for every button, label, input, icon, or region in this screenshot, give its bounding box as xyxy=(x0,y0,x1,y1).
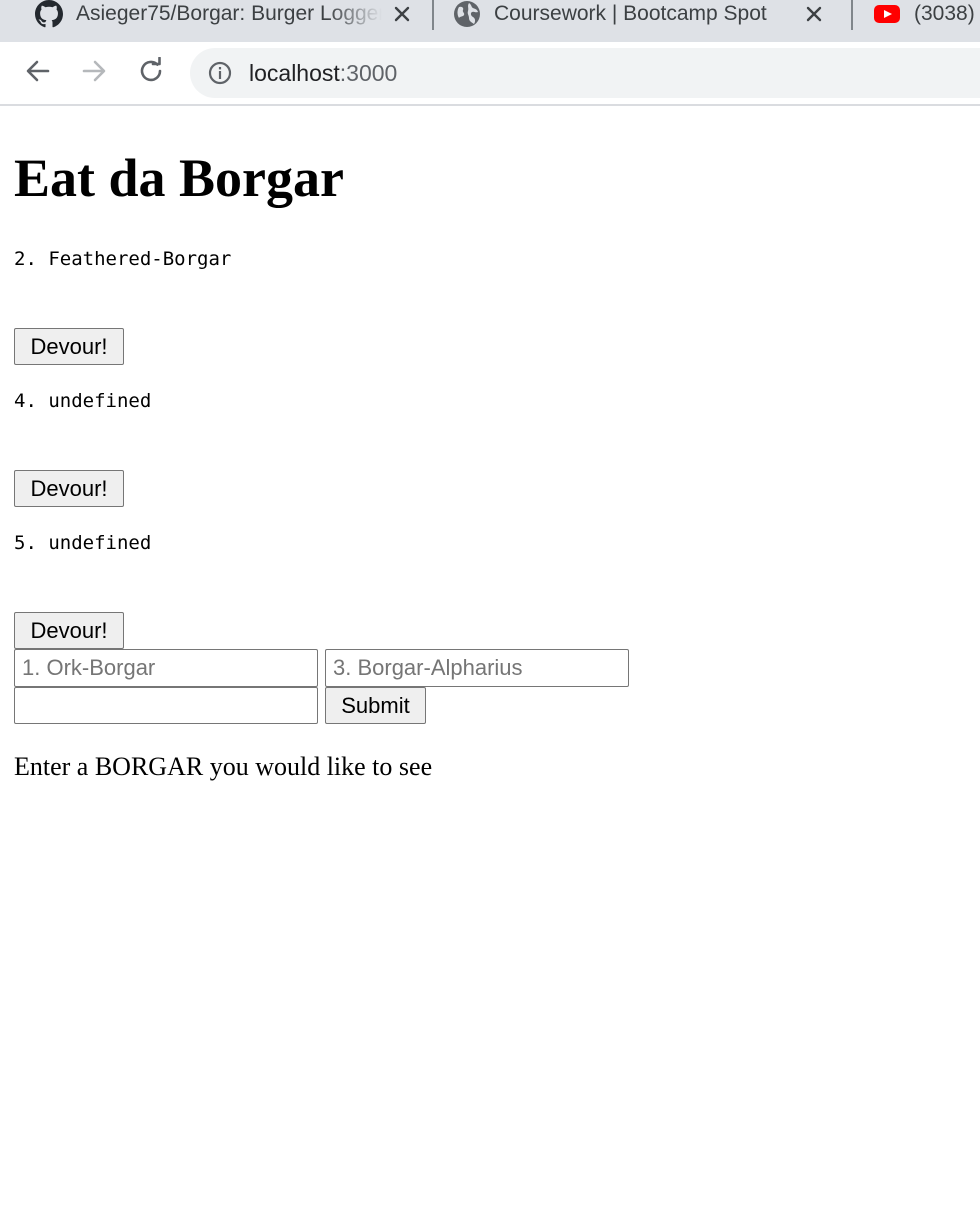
burger-input-3[interactable] xyxy=(14,687,318,724)
form-prompt: Enter a BORGAR you would like to see xyxy=(14,752,433,781)
close-icon[interactable] xyxy=(390,2,414,26)
burger-item: 4. undefined xyxy=(14,390,152,412)
url-port: :3000 xyxy=(339,60,398,86)
tab-strip: Asieger75/Borgar: Burger Logger Coursewo… xyxy=(0,0,980,42)
tab-coursework[interactable]: Coursework | Bootcamp Spot xyxy=(452,0,840,28)
burger-item: 2. Feathered-Borgar xyxy=(14,248,232,270)
tab-title: Coursework | Bootcamp Spot xyxy=(494,2,767,25)
tab-separator xyxy=(851,0,853,30)
arrow-right-icon xyxy=(80,57,108,90)
url-host: localhost xyxy=(249,60,340,86)
globe-icon xyxy=(452,0,482,29)
tab-title: (3038) I xyxy=(914,2,980,25)
burger-input-2[interactable] xyxy=(325,649,629,687)
submit-button[interactable]: Submit xyxy=(325,687,426,724)
back-button[interactable] xyxy=(18,53,58,93)
page-title: Eat da Borgar xyxy=(14,148,344,208)
tab-github-repo[interactable]: Asieger75/Borgar: Burger Logger xyxy=(34,0,422,28)
burger-input-1[interactable] xyxy=(14,649,318,687)
youtube-icon xyxy=(872,0,902,29)
forward-button[interactable] xyxy=(74,53,114,93)
burger-item: 5. undefined xyxy=(14,532,152,554)
devour-button[interactable]: Devour! xyxy=(14,612,124,649)
devour-button[interactable]: Devour! xyxy=(14,470,124,507)
url-text: localhost:3000 xyxy=(249,60,397,87)
arrow-left-icon xyxy=(24,57,52,90)
close-icon[interactable] xyxy=(802,2,826,26)
reload-icon xyxy=(137,56,165,90)
page-content: Eat da Borgar 2. Feathered-Borgar Devour… xyxy=(0,106,980,1230)
devour-button[interactable]: Devour! xyxy=(14,328,124,365)
tab-youtube[interactable]: (3038) I xyxy=(872,0,980,28)
reload-button[interactable] xyxy=(131,53,171,93)
browser-toolbar: localhost:3000 xyxy=(0,42,980,106)
tab-separator xyxy=(432,0,434,30)
address-bar[interactable]: localhost:3000 xyxy=(190,48,980,98)
tab-title: Asieger75/Borgar: Burger Logger xyxy=(76,2,382,25)
github-icon xyxy=(34,0,64,29)
info-icon[interactable] xyxy=(208,61,232,85)
